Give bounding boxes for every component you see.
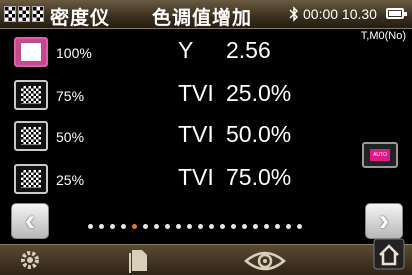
patch-row-75[interactable]: 75% TVI 25.0% [0, 80, 412, 114]
clock: 00:00 10.30 [303, 6, 377, 22]
page-title: 色调值增加 [152, 7, 253, 29]
previous-page-button[interactable]: ‹ [11, 203, 49, 239]
chevron-left-icon: ‹ [25, 204, 35, 237]
document-icon[interactable] [128, 247, 150, 273]
halftone-patch-swatch[interactable] [14, 164, 48, 194]
halftone-patch-swatch[interactable] [14, 121, 48, 151]
solid-patch-swatch[interactable] [14, 37, 48, 67]
patch-row-50[interactable]: 50% TVI 50.0% [0, 121, 412, 155]
auto-button[interactable]: AUTO [362, 142, 398, 168]
page-dot [253, 224, 258, 229]
auto-badge: AUTO [370, 149, 390, 161]
page-dot [154, 224, 159, 229]
page-dot [132, 224, 137, 229]
page-dot [110, 224, 115, 229]
patch-percent: 100% [56, 45, 92, 61]
measure-label: TVI [178, 164, 214, 190]
battery-icon [386, 8, 407, 19]
measure-value: 75.0% [226, 164, 292, 190]
page-dot [220, 224, 225, 229]
page-dot [165, 224, 170, 229]
eye-icon[interactable] [243, 247, 287, 273]
settings-icon[interactable] [18, 247, 42, 273]
measure-value: 25.0% [226, 80, 292, 106]
patch-row-25[interactable]: 25% TVI 75.0% [0, 164, 412, 198]
measure-label: TVI [178, 121, 214, 147]
page-dot [88, 224, 93, 229]
page-dot [264, 224, 269, 229]
page-dot [176, 224, 181, 229]
bottom-bar [0, 238, 412, 275]
page-dot [99, 224, 104, 229]
page-dot [121, 224, 126, 229]
page-dot [297, 224, 302, 229]
page-dot [231, 224, 236, 229]
page-dot [242, 224, 247, 229]
measure-value: 2.56 [226, 37, 271, 63]
home-icon[interactable] [372, 237, 406, 271]
page-dot [198, 224, 203, 229]
patch-percent: 75% [56, 88, 85, 104]
patch-percent: 50% [56, 129, 85, 145]
status-bar: 密度仪 色调值增加 00:00 10.30 [0, 0, 412, 29]
page-indicator [88, 224, 302, 229]
next-page-button[interactable]: › [365, 203, 403, 239]
app-title: 密度仪 [50, 7, 111, 29]
patch-row-100[interactable]: 100% Y 2.56 [0, 37, 412, 71]
page-dot [209, 224, 214, 229]
measure-label: TVI [178, 80, 214, 106]
page-dot [187, 224, 192, 229]
page-dot [286, 224, 291, 229]
chevron-right-icon: › [379, 204, 389, 237]
patch-percent: 25% [56, 172, 85, 188]
page-dot [143, 224, 148, 229]
measure-label: Y [178, 37, 194, 63]
page-dot [275, 224, 280, 229]
logo-icon [4, 6, 44, 22]
measure-value: 50.0% [226, 121, 292, 147]
halftone-patch-swatch[interactable] [14, 80, 48, 110]
bluetooth-icon [289, 6, 299, 22]
